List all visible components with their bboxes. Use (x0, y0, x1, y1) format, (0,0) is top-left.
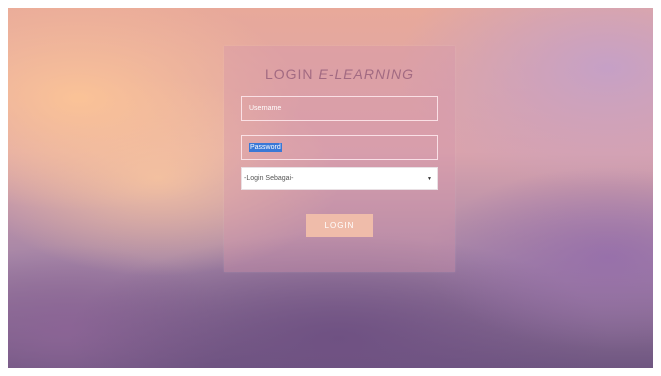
login-panel: LOGIN E-LEARNING Username Password -Logi… (224, 46, 455, 272)
page-background: LOGIN E-LEARNING Username Password -Logi… (8, 8, 653, 368)
login-title: LOGIN E-LEARNING (224, 66, 455, 82)
title-emphasis: E-LEARNING (318, 66, 415, 82)
login-button[interactable]: LOGIN (306, 214, 373, 237)
role-select-value: -Login Sebagai- (244, 175, 294, 182)
password-field[interactable]: Password (241, 135, 438, 160)
title-prefix: LOGIN (264, 66, 319, 82)
dropdown-arrow-icon: ▼ (427, 175, 432, 182)
username-placeholder: Username (249, 105, 282, 112)
username-field[interactable]: Username (241, 96, 438, 121)
password-placeholder: Password (249, 143, 282, 152)
role-select[interactable]: -Login Sebagai- ▼ (241, 167, 438, 190)
